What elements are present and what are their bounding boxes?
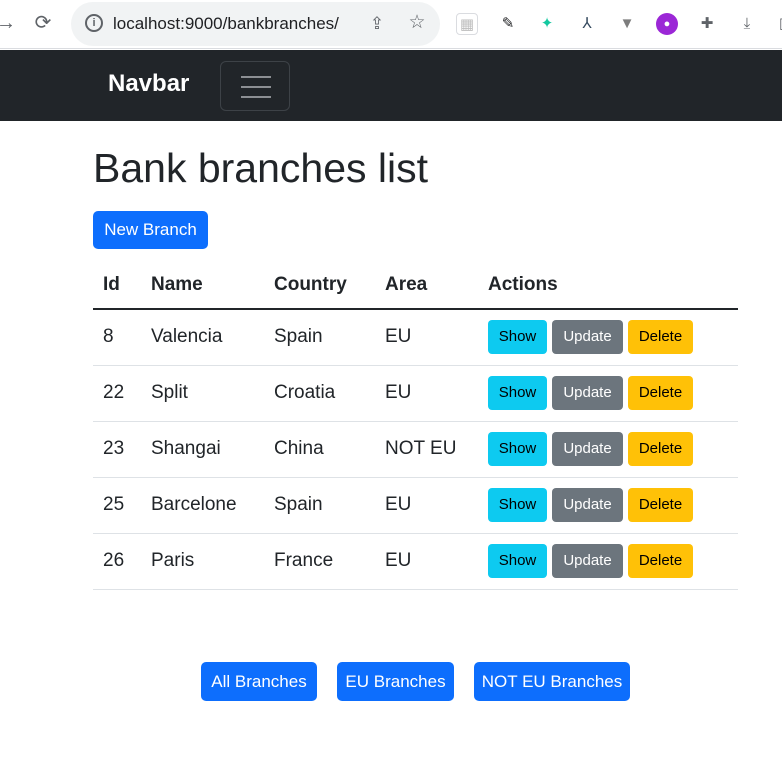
puzzle-icon[interactable]: ✚ [696,13,718,35]
cell-name: Shangai [141,421,264,478]
hamburger-icon [241,76,271,78]
cell-actions: Show Update Delete [478,421,738,478]
cell-name: Barcelone [141,477,264,534]
info-icon[interactable]: i [85,14,103,32]
delete-button[interactable]: Delete [628,320,693,355]
extension-icon-4[interactable]: ⅄ [576,13,598,35]
extension-icon-1[interactable]: ▦ [456,13,478,35]
cell-area: EU [375,533,478,590]
cell-id: 25 [93,477,141,534]
all-branches-button[interactable]: All Branches [201,662,317,701]
column-header-id: Id [93,262,141,310]
eu-branches-button[interactable]: EU Branches [337,662,454,701]
branches-table: Id Name Country Area Actions 8 Valencia … [93,262,738,590]
cell-id: 23 [93,421,141,478]
show-button[interactable]: Show [488,488,547,522]
eyedropper-icon[interactable]: ✎ [497,13,519,35]
cell-actions: Show Update Delete [478,533,738,590]
cell-id: 22 [93,365,141,422]
extension-icon-6[interactable]: ● [656,13,678,35]
browser-toolbar: → ⟳ i localhost:9000/bankbranches/ ⇪ ☆ ▦… [0,0,782,49]
address-bar[interactable]: i localhost:9000/bankbranches/ ⇪ ☆ [71,2,440,46]
cell-id: 26 [93,533,141,590]
update-button[interactable]: Update [552,320,623,355]
cell-name: Split [141,365,264,422]
column-header-country: Country [264,262,375,310]
cell-name: Valencia [141,309,264,366]
bookmark-star-icon[interactable]: ☆ [407,13,427,33]
table-row: 26 Paris France EU Show Update Delete [93,533,738,590]
page-title: Bank branches list [93,145,429,191]
table-row: 25 Barcelone Spain EU Show Update Delete [93,477,738,534]
forward-arrow-icon[interactable]: → [0,12,16,34]
vue-devtools-icon[interactable]: ▼ [616,13,638,35]
reload-icon[interactable]: ⟳ [30,10,56,36]
not-eu-branches-button[interactable]: NOT EU Branches [474,662,630,701]
cell-country: France [264,533,375,590]
table-header-row: Id Name Country Area Actions [93,262,738,310]
cell-area: NOT EU [375,421,478,478]
delete-button[interactable]: Delete [628,488,693,522]
share-icon[interactable]: ⇪ [367,14,387,34]
cell-actions: Show Update Delete [478,365,738,422]
cell-country: Croatia [264,365,375,422]
update-button[interactable]: Update [552,488,623,522]
cell-country: China [264,421,375,478]
show-button[interactable]: Show [488,376,547,410]
update-button[interactable]: Update [552,376,623,410]
extension-icon-3[interactable]: ✦ [536,13,558,35]
show-button[interactable]: Show [488,544,547,578]
column-header-area: Area [375,262,478,310]
download-icon[interactable]: ⤓ [736,13,758,35]
navbar-toggler-button[interactable] [220,61,290,111]
navbar: Navbar [0,50,782,121]
cell-area: EU [375,309,478,366]
table-row: 23 Shangai China NOT EU Show Update Dele… [93,421,738,478]
cell-actions: Show Update Delete [478,477,738,534]
window-icon[interactable]: ▯ [772,13,782,35]
column-header-name: Name [141,262,264,310]
cell-id: 8 [93,309,141,366]
delete-button[interactable]: Delete [628,544,693,578]
delete-button[interactable]: Delete [628,376,693,410]
cell-actions: Show Update Delete [478,309,738,366]
show-button[interactable]: Show [488,320,547,355]
table-row: 22 Split Croatia EU Show Update Delete [93,365,738,422]
delete-button[interactable]: Delete [628,432,693,466]
cell-name: Paris [141,533,264,590]
show-button[interactable]: Show [488,432,547,466]
new-branch-button[interactable]: New Branch [93,211,208,249]
update-button[interactable]: Update [552,432,623,466]
cell-country: Spain [264,309,375,366]
url-text[interactable]: localhost:9000/bankbranches/ [113,13,339,35]
navbar-brand[interactable]: Navbar [108,70,189,98]
update-button[interactable]: Update [552,544,623,578]
cell-area: EU [375,365,478,422]
cell-country: Spain [264,477,375,534]
table-row: 8 Valencia Spain EU Show Update Delete [93,309,738,366]
column-header-actions: Actions [478,262,738,310]
cell-area: EU [375,477,478,534]
